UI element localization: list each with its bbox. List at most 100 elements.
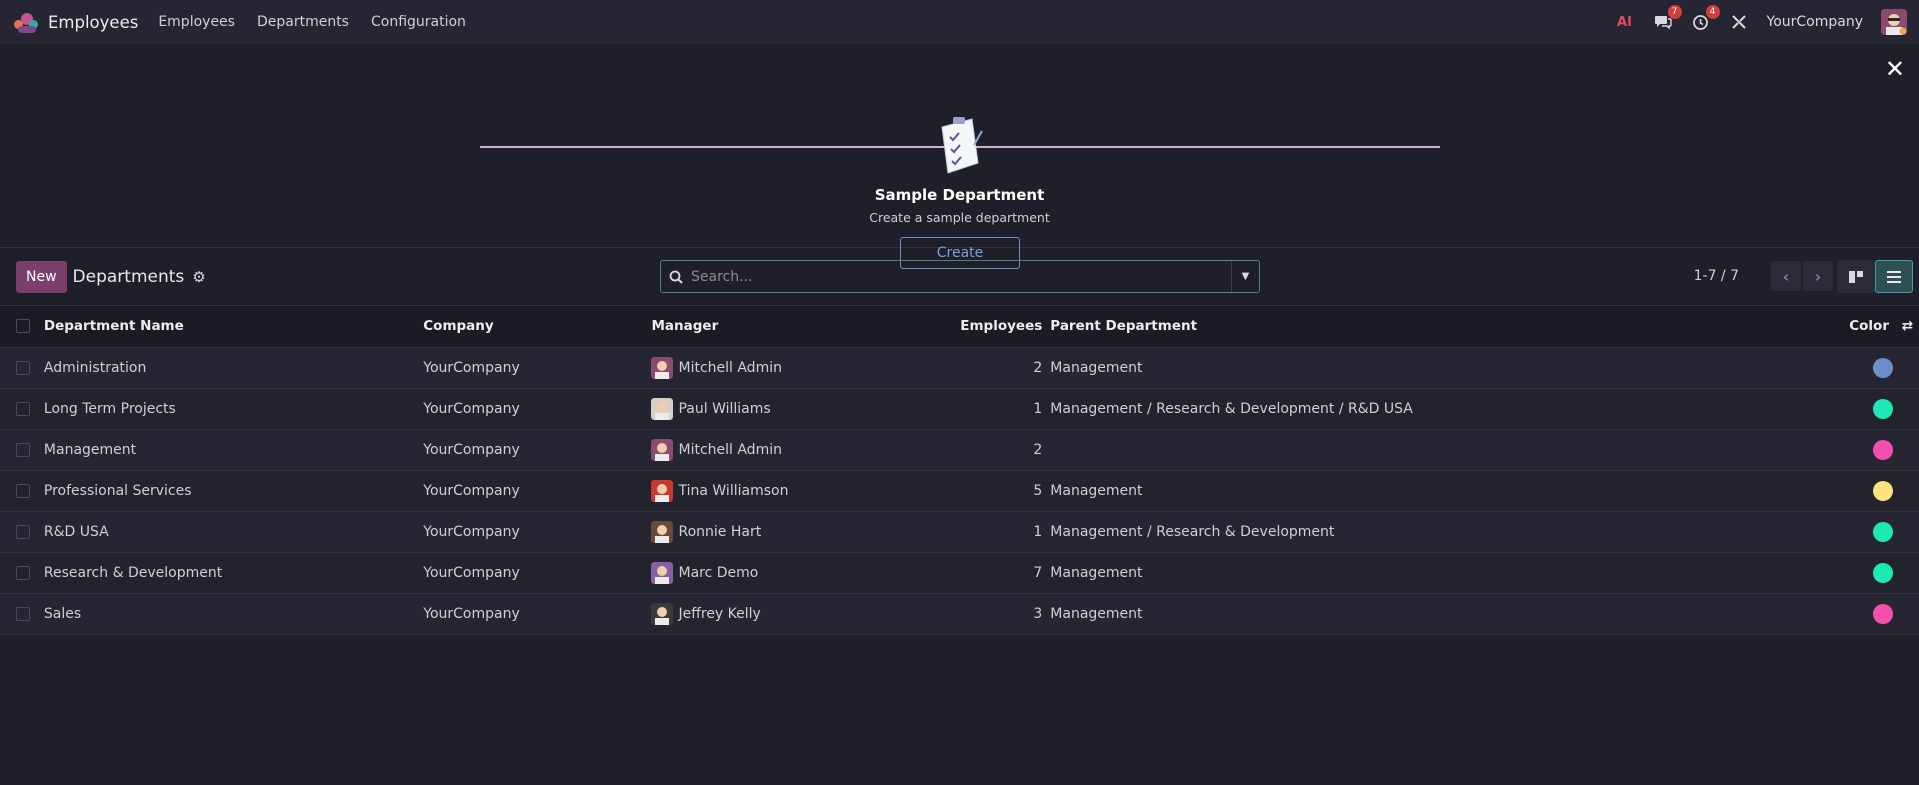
parent-department-cell[interactable]: Management	[1050, 593, 1822, 635]
row-checkbox[interactable]	[16, 606, 30, 621]
header-color[interactable]: Color	[1849, 318, 1889, 334]
table-row[interactable]: Sales YourCompany Jeffrey Kelly 3 Manage…	[0, 593, 1919, 635]
table-row[interactable]: Long Term Projects YourCompany Paul Will…	[0, 388, 1919, 430]
row-select-cell[interactable]	[0, 511, 44, 553]
parent-department-cell[interactable]: Management	[1050, 552, 1822, 594]
company-cell[interactable]: YourCompany	[423, 429, 652, 471]
manager-avatar[interactable]	[651, 561, 674, 584]
messages-icon[interactable]: 7	[1653, 5, 1682, 32]
ai-icon[interactable]: AI	[1615, 12, 1635, 32]
color-swatch[interactable]	[1873, 357, 1893, 378]
color-cell[interactable]	[1821, 552, 1919, 594]
color-cell[interactable]	[1821, 511, 1919, 553]
parent-department-cell[interactable]: Management / Research & Development	[1050, 511, 1822, 553]
color-swatch[interactable]	[1873, 398, 1893, 419]
header-company[interactable]: Company	[423, 306, 652, 348]
color-swatch[interactable]	[1873, 480, 1893, 501]
header-parent-department[interactable]: Parent Department	[1050, 306, 1822, 348]
department-name-cell[interactable]: Management	[43, 429, 424, 471]
row-checkbox[interactable]	[16, 360, 30, 375]
pager-value[interactable]: 1-7 / 7	[1694, 268, 1739, 284]
row-select-cell[interactable]	[0, 593, 44, 635]
company-cell[interactable]: YourCompany	[423, 552, 652, 594]
row-checkbox[interactable]	[16, 442, 30, 457]
user-avatar[interactable]	[1881, 9, 1907, 35]
color-cell[interactable]	[1821, 347, 1919, 389]
manager-cell[interactable]: Marc Demo	[651, 552, 961, 594]
menu-configuration[interactable]: Configuration	[371, 14, 466, 30]
manager-avatar[interactable]	[651, 520, 674, 543]
employees-count-cell[interactable]: 5	[960, 470, 1051, 512]
optional-columns-toggle-icon[interactable]: ⇄	[1902, 318, 1913, 334]
employees-count-cell[interactable]: 7	[960, 552, 1051, 594]
row-select-cell[interactable]	[0, 552, 44, 594]
employees-count-cell[interactable]: 2	[960, 429, 1051, 471]
color-swatch[interactable]	[1873, 439, 1893, 460]
department-name-cell[interactable]: Long Term Projects	[43, 388, 424, 430]
pager-next-icon[interactable]: ›	[1803, 261, 1833, 291]
department-name-cell[interactable]: R&D USA	[43, 511, 424, 553]
header-employees[interactable]: Employees	[960, 306, 1051, 348]
company-cell[interactable]: YourCompany	[423, 511, 652, 553]
row-checkbox[interactable]	[16, 401, 30, 416]
table-row[interactable]: Research & Development YourCompany Marc …	[0, 552, 1919, 594]
table-row[interactable]: Administration YourCompany Mitchell Admi…	[0, 347, 1919, 389]
department-name-cell[interactable]: Administration	[43, 347, 424, 389]
row-checkbox[interactable]	[16, 565, 30, 580]
tools-icon[interactable]	[1729, 12, 1749, 32]
menu-departments[interactable]: Departments	[257, 14, 349, 30]
manager-cell[interactable]: Mitchell Admin	[651, 347, 961, 389]
employees-app-icon[interactable]	[12, 11, 42, 33]
company-cell[interactable]: YourCompany	[423, 470, 652, 512]
department-name-cell[interactable]: Sales	[43, 593, 424, 635]
manager-cell[interactable]: Paul Williams	[651, 388, 961, 430]
search-options-toggle[interactable]: ▼	[1231, 261, 1259, 292]
department-name-cell[interactable]: Research & Development	[43, 552, 424, 594]
color-swatch[interactable]	[1873, 562, 1893, 583]
color-cell[interactable]	[1821, 388, 1919, 430]
manager-avatar[interactable]	[651, 479, 674, 502]
pager-previous-icon[interactable]: ‹	[1771, 261, 1801, 291]
activities-clock-icon[interactable]: 4	[1691, 5, 1720, 32]
company-cell[interactable]: YourCompany	[423, 593, 652, 635]
row-select-cell[interactable]	[0, 347, 44, 389]
new-button[interactable]: New	[16, 260, 67, 293]
manager-avatar[interactable]	[651, 438, 674, 461]
department-name-cell[interactable]: Professional Services	[43, 470, 424, 512]
table-row[interactable]: Professional Services YourCompany Tina W…	[0, 470, 1919, 512]
employees-count-cell[interactable]: 3	[960, 593, 1051, 635]
row-select-cell[interactable]	[0, 388, 44, 430]
color-cell[interactable]	[1821, 593, 1919, 635]
parent-department-cell[interactable]: Management / Research & Development / R&…	[1050, 388, 1822, 430]
table-row[interactable]: Management YourCompany Mitchell Admin 2	[0, 429, 1919, 471]
manager-cell[interactable]: Ronnie Hart	[651, 511, 961, 553]
color-cell[interactable]	[1821, 470, 1919, 512]
manager-avatar[interactable]	[651, 602, 674, 625]
manager-avatar[interactable]	[651, 356, 674, 379]
table-row[interactable]: R&D USA YourCompany Ronnie Hart 1 Manage…	[0, 511, 1919, 553]
company-cell[interactable]: YourCompany	[423, 388, 652, 430]
manager-cell[interactable]: Mitchell Admin	[651, 429, 961, 471]
row-checkbox[interactable]	[16, 524, 30, 539]
employees-count-cell[interactable]: 2	[960, 347, 1051, 389]
manager-avatar[interactable]	[651, 397, 674, 420]
parent-department-cell[interactable]: Management	[1050, 470, 1822, 512]
color-swatch[interactable]	[1873, 521, 1893, 542]
gear-icon[interactable]: ⚙	[192, 268, 205, 286]
company-cell[interactable]: YourCompany	[423, 347, 652, 389]
search-input[interactable]	[691, 268, 1231, 285]
list-view-icon[interactable]	[1875, 260, 1913, 293]
color-swatch[interactable]	[1873, 603, 1893, 624]
parent-department-cell[interactable]	[1050, 429, 1822, 471]
color-cell[interactable]	[1821, 429, 1919, 471]
header-manager[interactable]: Manager	[651, 306, 961, 348]
select-all-cell[interactable]	[0, 306, 44, 348]
menu-employees[interactable]: Employees	[158, 14, 235, 30]
select-all-checkbox[interactable]	[16, 319, 30, 334]
kanban-view-icon[interactable]	[1837, 260, 1875, 293]
app-brand[interactable]: Employees	[48, 13, 138, 32]
close-icon[interactable]: ✕	[1885, 57, 1905, 81]
employees-count-cell[interactable]: 1	[960, 511, 1051, 553]
employees-count-cell[interactable]: 1	[960, 388, 1051, 430]
company-switcher[interactable]: YourCompany	[1767, 14, 1864, 30]
